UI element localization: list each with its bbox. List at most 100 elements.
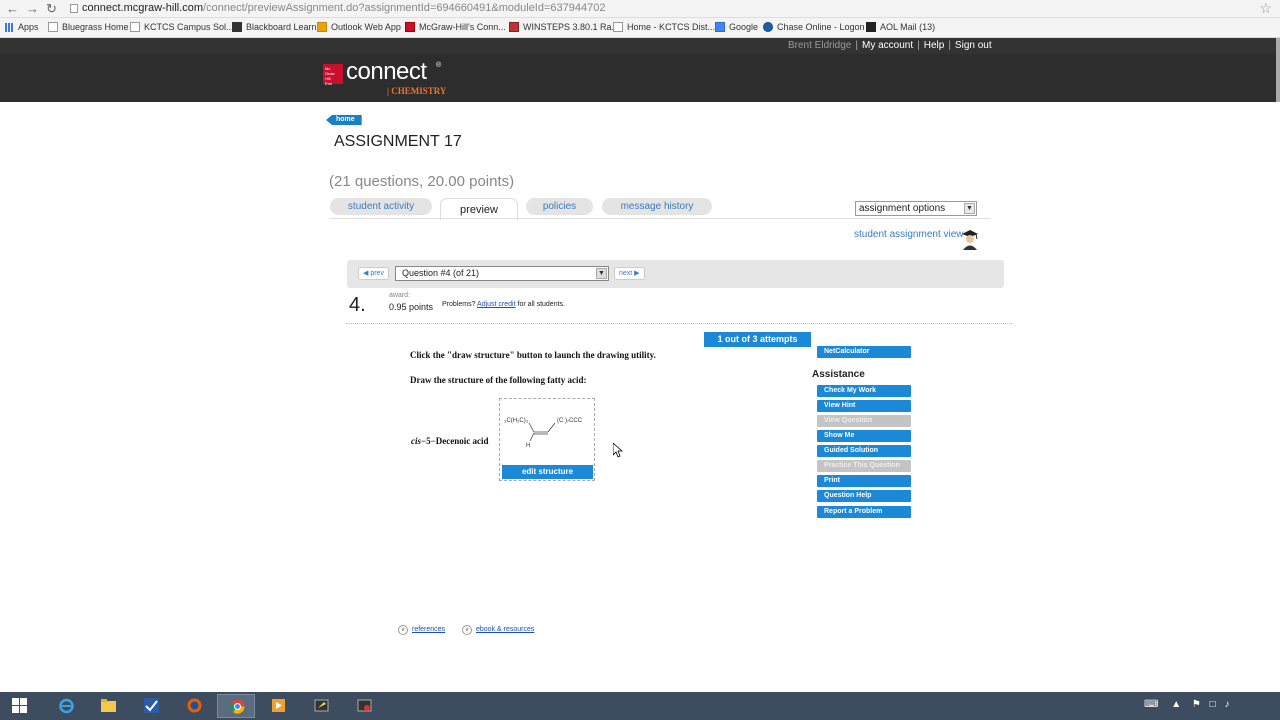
page-icon: [48, 22, 58, 32]
select-value: assignment options: [859, 203, 946, 214]
print-button[interactable]: Print: [817, 475, 911, 487]
select-value: Question #4 (of 21): [402, 268, 480, 278]
sign-out-link[interactable]: Sign out: [955, 40, 992, 51]
system-tray: ⌨ ▲ ⚑ □ ♪: [1144, 699, 1229, 710]
tab-divider: [329, 218, 991, 219]
bookmark-item[interactable]: Chase Online - Logon: [763, 22, 865, 32]
bookmark-item[interactable]: WINSTEPS 3.80.1 Ra...: [509, 22, 619, 32]
taskbar-chrome[interactable]: [217, 694, 255, 718]
taskbar-app[interactable]: [345, 694, 383, 718]
connect-logo-text: connect: [346, 58, 427, 85]
volume-icon[interactable]: ♪: [1224, 699, 1229, 710]
question-help-button[interactable]: Question Help: [817, 490, 911, 502]
tab-student-activity[interactable]: student activity: [330, 198, 432, 215]
taskbar-firefox[interactable]: [175, 694, 213, 718]
taskbar-file-explorer[interactable]: [89, 694, 127, 718]
bookmark-item[interactable]: Bluegrass Home: [48, 22, 129, 32]
flag-icon[interactable]: ⚑: [1192, 699, 1201, 710]
mcgraw-hill-icon: [405, 22, 415, 32]
bookmark-label: Google: [729, 22, 759, 32]
tab-preview[interactable]: preview: [440, 198, 518, 220]
chevron-down-icon: ▼: [964, 203, 975, 214]
bookmark-item[interactable]: KCTCS Campus Sol...: [130, 22, 234, 32]
help-link[interactable]: Help: [924, 40, 945, 51]
net-calculator-button[interactable]: NetCalculator: [817, 346, 911, 358]
for-all-text: for all students.: [517, 301, 565, 308]
bookmark-label: AOL Mail (13): [880, 22, 936, 32]
ebook-resources-link[interactable]: ebook & resources: [476, 626, 534, 633]
award-label: award:: [389, 292, 411, 299]
bookmark-item[interactable]: Outlook Web App: [317, 22, 401, 32]
account-links: Brent Eldridge | My account | Help | Sign out: [788, 40, 992, 51]
expand-icon[interactable]: ∨: [462, 625, 472, 635]
bookmark-item[interactable]: Blackboard Learn: [232, 22, 317, 32]
guided-solution-button[interactable]: Guided Solution: [817, 445, 911, 457]
page-icon: [70, 4, 78, 13]
home-link[interactable]: home: [326, 115, 362, 125]
question-number: 4.: [349, 294, 366, 316]
student-avatar-icon: [962, 230, 978, 250]
bookmark-label: Blackboard Learn: [246, 22, 317, 32]
separator: |: [917, 40, 920, 51]
bookmark-item[interactable]: AOL Mail (13): [866, 22, 935, 32]
keyboard-icon[interactable]: ⌨: [1144, 699, 1158, 710]
next-button[interactable]: next ▶: [614, 267, 645, 280]
adjust-credit-link[interactable]: Adjust credit: [477, 301, 516, 308]
next-arrow-icon: ▶: [632, 270, 640, 277]
prev-button[interactable]: ◀ prev: [358, 267, 389, 280]
question-select[interactable]: Question #4 (of 21) ▼: [395, 266, 609, 281]
firefox-icon: [187, 698, 202, 713]
tab-message-history[interactable]: message history: [602, 198, 712, 215]
taskbar-app[interactable]: [302, 694, 340, 718]
page-icon: [613, 22, 623, 32]
windows-logo-icon: [12, 698, 27, 713]
check-my-work-button[interactable]: Check My Work: [817, 385, 911, 397]
back-arrow-icon[interactable]: ←: [6, 1, 19, 16]
bookmark-item[interactable]: McGraw-Hill's Conn...: [405, 22, 506, 32]
app-icon: [357, 699, 372, 712]
student-assignment-view-link[interactable]: student assignment view: [854, 229, 964, 240]
taskbar-media-player[interactable]: [259, 694, 297, 718]
folder-icon: [101, 699, 116, 712]
bookmark-label: KCTCS Campus Sol...: [144, 22, 234, 32]
next-label: next: [619, 270, 633, 277]
notification-icon[interactable]: ▲: [1171, 699, 1181, 710]
network-icon[interactable]: □: [1210, 699, 1216, 710]
report-problem-button[interactable]: Report a Problem: [817, 506, 911, 518]
divider: [346, 323, 1012, 324]
page-icon: [130, 22, 140, 32]
assignment-options-select[interactable]: assignment options ▼: [855, 201, 977, 216]
address-field[interactable]: connect.mcgraw-hill.com/connect/previewA…: [82, 2, 605, 14]
bookmark-star-icon[interactable]: ☆: [1259, 0, 1272, 17]
scrollbar[interactable]: [1276, 38, 1280, 102]
bookmarks-bar: Apps Bluegrass Home KCTCS Campus Sol... …: [0, 18, 1280, 38]
references-link[interactable]: references: [412, 626, 445, 633]
show-me-button[interactable]: Show Me: [817, 430, 911, 442]
my-account-link[interactable]: My account: [862, 40, 913, 51]
instruction-draw-structure: Click the "draw structure" button to lau…: [410, 350, 656, 360]
edit-structure-button[interactable]: edit structure: [502, 465, 593, 479]
forward-arrow-icon[interactable]: →: [26, 1, 39, 16]
separator: |: [948, 40, 951, 51]
registered-mark: ®: [436, 62, 442, 69]
subject-label: | CHEMISTRY: [387, 86, 447, 96]
aol-icon: [866, 22, 876, 32]
bookmark-apps[interactable]: Apps: [5, 22, 39, 32]
reload-icon[interactable]: ↻: [46, 1, 57, 17]
bookmark-item[interactable]: Google: [715, 22, 758, 32]
bookmark-label: Outlook Web App: [331, 22, 401, 32]
apps-grid-icon: [5, 22, 14, 32]
url-path: /connect/previewAssignment.do?assignment…: [203, 2, 606, 14]
url-host: connect.mcgraw-hill.com: [82, 2, 204, 14]
brand-bar: [0, 54, 1280, 102]
expand-icon[interactable]: ∨: [398, 625, 408, 635]
user-name: Brent Eldridge: [788, 40, 852, 51]
structure-h-label: H: [526, 443, 530, 449]
taskbar-internet-explorer[interactable]: [47, 694, 85, 718]
taskbar-app[interactable]: [132, 694, 170, 718]
start-button[interactable]: [0, 694, 38, 718]
tab-policies[interactable]: policies: [526, 198, 593, 215]
bookmark-item[interactable]: Home - KCTCS Dist...: [613, 22, 715, 32]
mouse-cursor-icon: [613, 443, 623, 458]
view-hint-button[interactable]: View Hint: [817, 400, 911, 412]
